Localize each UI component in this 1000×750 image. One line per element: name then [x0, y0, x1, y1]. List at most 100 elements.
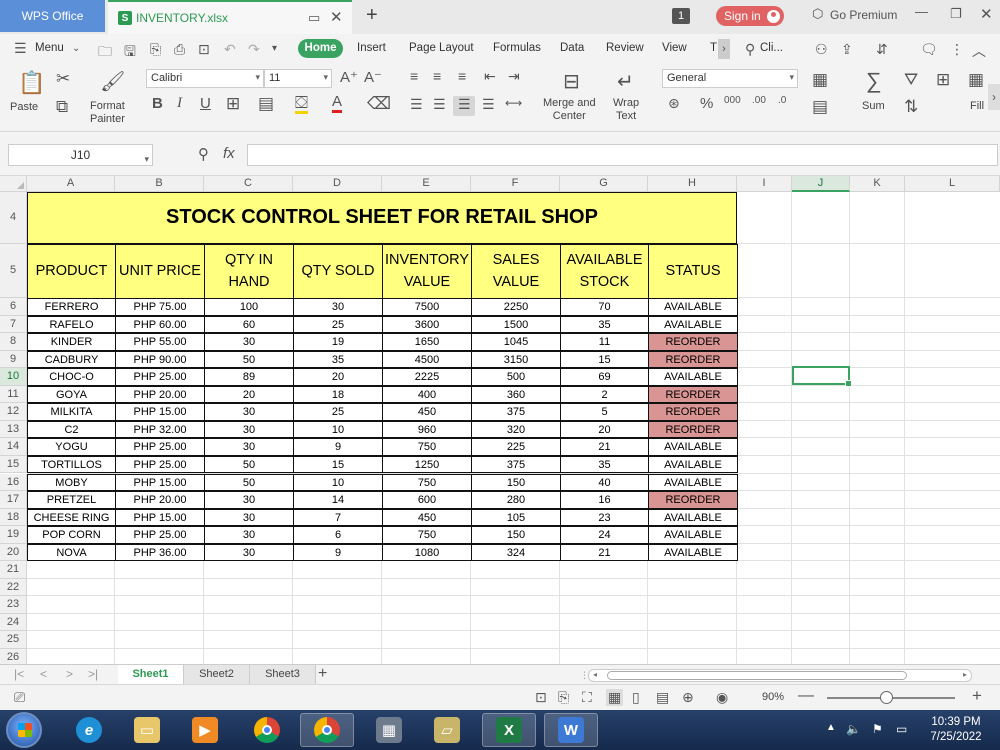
tab-view[interactable]: View: [662, 42, 687, 54]
tab-formulas[interactable]: Formulas: [493, 42, 541, 54]
fill-button[interactable]: Fill: [970, 100, 984, 113]
table-cell[interactable]: 30: [204, 526, 294, 544]
table-cell[interactable]: 960: [382, 420, 472, 439]
table-cell[interactable]: 30: [204, 491, 294, 509]
maximize-icon[interactable]: ❐: [950, 6, 962, 22]
bold-icon[interactable]: B: [152, 95, 163, 112]
status-cell[interactable]: REORDER: [648, 333, 738, 351]
go-premium-link[interactable]: Go Premium: [830, 8, 897, 22]
table-cell[interactable]: 600: [382, 491, 472, 509]
increase-font-icon[interactable]: A⁺: [340, 68, 358, 86]
table-cell[interactable]: 150: [471, 473, 561, 491]
open-folder-icon[interactable]: 🗀: [98, 41, 112, 65]
media-player-app[interactable]: ▶: [178, 713, 232, 747]
row-header-8[interactable]: 8: [0, 333, 27, 351]
table-cell[interactable]: PHP 32.00: [115, 420, 205, 439]
table-cell[interactable]: 20: [560, 420, 649, 439]
table-cell[interactable]: 4500: [382, 350, 472, 369]
system-clock[interactable]: 10:39 PM 7/25/2022: [920, 715, 992, 745]
row-header-22[interactable]: 22: [0, 578, 27, 597]
merge-center-icon[interactable]: ⊟: [563, 69, 580, 94]
formula-input[interactable]: [247, 144, 998, 166]
table-cell[interactable]: 20: [204, 385, 294, 404]
customize-toolbar-icon[interactable]: ▾: [272, 43, 277, 54]
table-cell[interactable]: 35: [560, 315, 649, 334]
table-cell[interactable]: 450: [382, 403, 472, 421]
insert-cells-icon[interactable]: ⊞: [936, 70, 950, 90]
row-header-13[interactable]: 13: [0, 420, 27, 439]
sign-in-button[interactable]: Sign in: [716, 6, 784, 26]
align-left-icon[interactable]: ☰: [410, 96, 423, 113]
first-sheet-icon[interactable]: |<: [14, 667, 24, 681]
table-cell[interactable]: 16: [560, 491, 649, 509]
more-options-icon[interactable]: ⋮: [950, 41, 964, 58]
export-pdf-icon[interactable]: ⎘: [150, 41, 161, 58]
wrap-text-button[interactable]: Wrap Text: [613, 97, 639, 122]
clear-format-icon[interactable]: ⌫: [367, 94, 391, 114]
status-cell[interactable]: AVAILABLE: [648, 438, 738, 456]
distributed-icon[interactable]: ⟷: [505, 96, 522, 110]
table-cell[interactable]: 280: [471, 491, 561, 509]
format-painter-icon[interactable]: 🖌: [100, 69, 125, 94]
font-name-select[interactable]: Calibri ▾: [146, 69, 264, 88]
table-cell[interactable]: 30: [204, 543, 294, 562]
align-top-icon[interactable]: ≡: [410, 68, 418, 84]
table-cell[interactable]: 25: [293, 315, 383, 334]
sheet-title[interactable]: STOCK CONTROL SHEET FOR RETAIL SHOP: [27, 192, 737, 244]
column-header-c[interactable]: C: [204, 176, 293, 192]
sum-icon[interactable]: ∑: [866, 68, 882, 94]
table-cell[interactable]: TORTILLOS: [27, 455, 116, 474]
scroll-tabs-icon[interactable]: ›: [718, 39, 730, 59]
zoom-slider-knob[interactable]: [880, 691, 893, 704]
tab-review[interactable]: Review: [606, 42, 644, 54]
zoom-out-icon[interactable]: —: [798, 687, 814, 705]
underline-icon[interactable]: U: [200, 95, 211, 112]
save-icon[interactable]: 🖫: [124, 41, 136, 65]
table-cell[interactable]: 15: [293, 455, 383, 474]
status-cell[interactable]: AVAILABLE: [648, 368, 738, 386]
add-sheet-icon[interactable]: +: [318, 665, 327, 683]
next-sheet-icon[interactable]: >: [66, 667, 73, 681]
table-cell[interactable]: 1080: [382, 543, 472, 562]
sheet-tab-1[interactable]: Sheet1: [118, 665, 184, 685]
table-cell[interactable]: 15: [560, 350, 649, 369]
status-cell[interactable]: AVAILABLE: [648, 526, 738, 544]
table-cell[interactable]: 20: [293, 368, 383, 386]
scroll-right-icon[interactable]: ▸: [963, 670, 967, 679]
table-cell[interactable]: 400: [382, 385, 472, 404]
table-cell[interactable]: PRETZEL: [27, 491, 116, 509]
column-header-a[interactable]: A: [27, 176, 115, 192]
decrease-font-icon[interactable]: A⁻: [364, 68, 382, 86]
collapse-ribbon-icon[interactable]: ︿: [972, 41, 986, 61]
table-cell[interactable]: 89: [204, 368, 294, 386]
percent-icon[interactable]: %: [700, 95, 713, 112]
table-cell[interactable]: 30: [204, 438, 294, 456]
table-cell[interactable]: 6: [293, 526, 383, 544]
row-header-10[interactable]: 10: [0, 368, 27, 386]
table-cell[interactable]: 30: [293, 298, 383, 316]
fill-color-icon[interactable]: ⛋: [295, 94, 308, 114]
folder-app[interactable]: ▱: [420, 713, 474, 747]
increase-decimal-icon[interactable]: .00: [752, 95, 766, 106]
italic-icon[interactable]: I: [177, 95, 182, 112]
table-cell[interactable]: 70: [560, 298, 649, 316]
column-header-b[interactable]: B: [115, 176, 204, 192]
tab-insert[interactable]: Insert: [357, 42, 386, 54]
table-cell[interactable]: 750: [382, 526, 472, 544]
table-cell[interactable]: 3150: [471, 350, 561, 369]
minimize-icon[interactable]: —: [915, 4, 928, 19]
fill-icon[interactable]: ▦: [968, 70, 984, 90]
table-cell[interactable]: 1045: [471, 333, 561, 351]
zoom-in-icon[interactable]: +: [972, 686, 982, 706]
table-cell[interactable]: CHOC-O: [27, 368, 116, 386]
select-all-corner[interactable]: [0, 176, 27, 192]
row-header-23[interactable]: 23: [0, 596, 27, 614]
table-cell[interactable]: 324: [471, 543, 561, 562]
row-header-16[interactable]: 16: [0, 473, 27, 492]
table-cell[interactable]: MILKITA: [27, 403, 116, 421]
align-right-icon[interactable]: ☰: [458, 96, 471, 113]
status-cell[interactable]: REORDER: [648, 420, 738, 439]
status-cell[interactable]: AVAILABLE: [648, 473, 738, 491]
status-cell[interactable]: REORDER: [648, 385, 738, 404]
table-cell[interactable]: 24: [560, 526, 649, 544]
